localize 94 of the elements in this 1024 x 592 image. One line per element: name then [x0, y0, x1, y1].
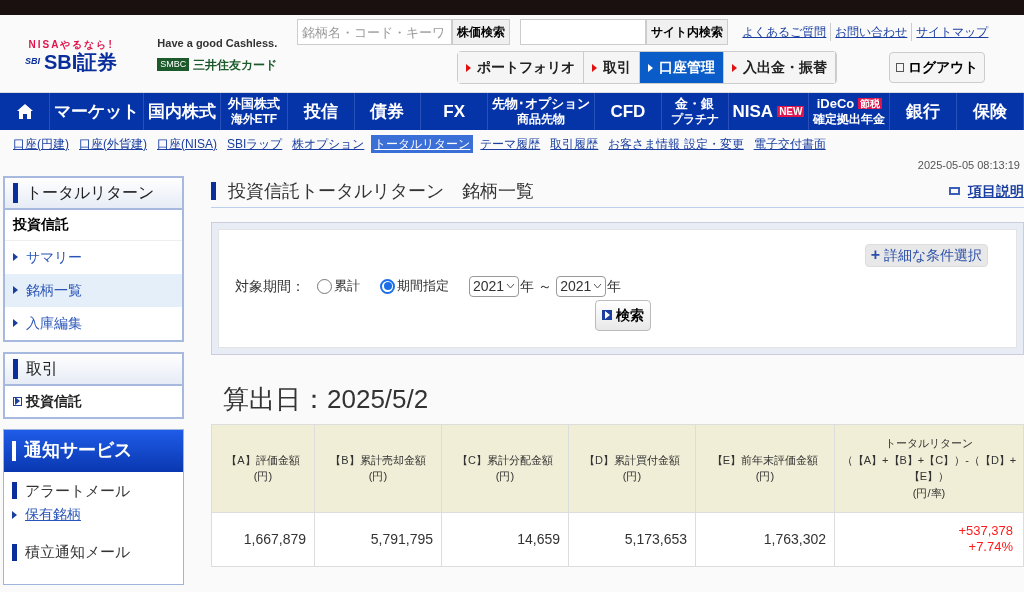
sidebar-link[interactable]: 投資信託 [5, 385, 182, 417]
triangle-icon [13, 253, 18, 261]
stock-search-button[interactable]: 株価検索 [452, 19, 511, 45]
nav-item[interactable]: FX [421, 93, 488, 130]
column-unit: (円/率) [911, 485, 947, 501]
subnav-link[interactable]: 取引履歴 [547, 134, 602, 153]
sidebar-group-title: アラートメール [12, 479, 175, 502]
year-select[interactable]: 2021 [556, 275, 607, 297]
sidebar-subheading: 投資信託 [5, 209, 182, 241]
advanced-conditions-button[interactable]: + 詳細な条件選択 [864, 243, 988, 267]
table-cell: 14,659 [441, 512, 569, 566]
header-link[interactable]: サイトマップ [911, 23, 993, 41]
column-title: 【E】前年末評価金額 [710, 452, 820, 468]
card-brand: 三井住友カード [193, 56, 278, 74]
table-cell: 1,667,879 [211, 512, 315, 566]
nav-item[interactable]: 先物･オプション 商品先物 [488, 93, 595, 130]
subnav-link[interactable]: お客さま情報 設定・変更 [605, 134, 747, 153]
account-tab[interactable]: 取引 [584, 52, 641, 83]
period-radio[interactable]: 累計 [317, 276, 360, 296]
chevron-down-icon [593, 283, 603, 289]
triangle-icon [592, 63, 598, 72]
triangle-icon [648, 63, 654, 72]
subnav-link[interactable]: 口座(円建) [10, 134, 72, 153]
sidebar-heading: 通知サービス [4, 429, 183, 472]
table-cell: 5,791,795 [314, 512, 442, 566]
total-return-cell: +537,378 +7.74% [834, 512, 1024, 566]
subnav-link[interactable]: トータルリターン [371, 134, 474, 153]
triangle-icon [13, 319, 18, 327]
site-search-field[interactable] [520, 19, 647, 45]
column-unit: (円) [621, 469, 643, 484]
site-search-button[interactable]: サイト内検索 [646, 19, 729, 45]
sidebar-link[interactable]: 銘柄一覧 [5, 273, 182, 307]
triangle-icon [732, 63, 738, 72]
calculation-date: 算出日：2025/5/2 [223, 382, 430, 416]
sidebar-link[interactable]: 入庫編集 [5, 306, 182, 340]
card-logo: SMBC [157, 57, 190, 72]
nav-item[interactable]: 銀行 [890, 93, 958, 130]
sidebar-link[interactable]: サマリー [5, 240, 182, 274]
logout-button[interactable]: ログアウト [889, 52, 986, 83]
triangle-icon [12, 510, 17, 519]
home-icon[interactable] [16, 104, 33, 119]
chevron-down-icon [506, 283, 516, 289]
header-link[interactable]: お問い合わせ [830, 23, 912, 41]
subnav-link[interactable]: 電子交付書面 [750, 134, 829, 153]
subnav-link[interactable]: テーマ履歴 [477, 134, 544, 153]
range-separator: ～ [538, 276, 553, 296]
ad-slogan: Have a good Cashless. [157, 36, 278, 51]
table-cell: 5,173,653 [568, 512, 696, 566]
column-title: 【A】評価金額 [225, 452, 301, 468]
account-tab[interactable]: 入出金・振替 [724, 52, 837, 83]
column-unit: (円) [367, 469, 389, 484]
subnav-link[interactable]: 株オプション [289, 134, 368, 153]
column-title: トータルリターン [884, 436, 974, 451]
search-button[interactable]: 検索 [595, 299, 651, 331]
nav-item[interactable]: 外国株式 海外ETF [221, 93, 288, 130]
nav-item[interactable]: CFD [595, 93, 662, 130]
help-link[interactable]: 項目説明 [949, 180, 1024, 202]
column-title: 【D】累計買付金額 [583, 452, 681, 468]
stock-search-field[interactable]: 銘柄名・コード・キーワ [297, 19, 453, 45]
nav-item[interactable]: 国内株式 [144, 93, 221, 130]
account-tab[interactable]: 口座管理 [640, 52, 725, 83]
nav-item[interactable]: 投信 [287, 93, 355, 130]
subnav-link[interactable]: SBIラップ [224, 134, 286, 153]
nav-item[interactable]: マーケット [50, 93, 144, 130]
column-unit: (円) [494, 469, 516, 484]
year-select[interactable]: 2021 [469, 275, 520, 297]
period-label: 対象期間： [235, 276, 305, 296]
logout-icon [896, 63, 905, 72]
subnav-link[interactable]: 口座(NISA) [154, 134, 220, 153]
triangle-icon [604, 311, 610, 319]
column-formula: （【A】+【B】+【C】）-（【D】+【E】） [840, 452, 1018, 484]
triangle-icon [13, 286, 18, 294]
triangle-icon [15, 397, 20, 405]
sidebar-group-title: 積立通知メール [12, 541, 175, 564]
nav-item[interactable]: NISA NEW [728, 93, 810, 130]
table-cell: 1,763,302 [695, 512, 835, 566]
year-unit: 年 [607, 276, 622, 296]
nav-item[interactable]: iDeCo 節税 確定拠出年金 [809, 93, 891, 130]
year-unit: 年 [520, 276, 535, 296]
timestamp: 2025-05-05 08:13:19 [917, 158, 1020, 173]
sidebar-link[interactable]: 保有銘柄 [12, 504, 175, 525]
subnav-link[interactable]: 口座(外貨建) [76, 134, 150, 153]
page-title: 投資信託トータルリターン 銘柄一覧 [211, 177, 534, 205]
column-unit: (円) [252, 469, 274, 484]
column-title: 【C】累計分配金額 [456, 452, 554, 468]
column-title: 【B】累計売却金額 [329, 452, 427, 468]
nav-item[interactable]: 保険 [957, 93, 1024, 130]
header-link[interactable]: よくあるご質問 [738, 23, 831, 41]
account-tab[interactable]: ポートフォリオ [458, 52, 585, 83]
nav-item[interactable]: 債券 [354, 93, 422, 130]
nav-item[interactable]: 金・銀 プラチナ [661, 93, 729, 130]
column-unit: (円) [754, 469, 776, 484]
period-radio[interactable]: 期間指定 [380, 276, 449, 296]
triangle-icon [466, 63, 472, 72]
